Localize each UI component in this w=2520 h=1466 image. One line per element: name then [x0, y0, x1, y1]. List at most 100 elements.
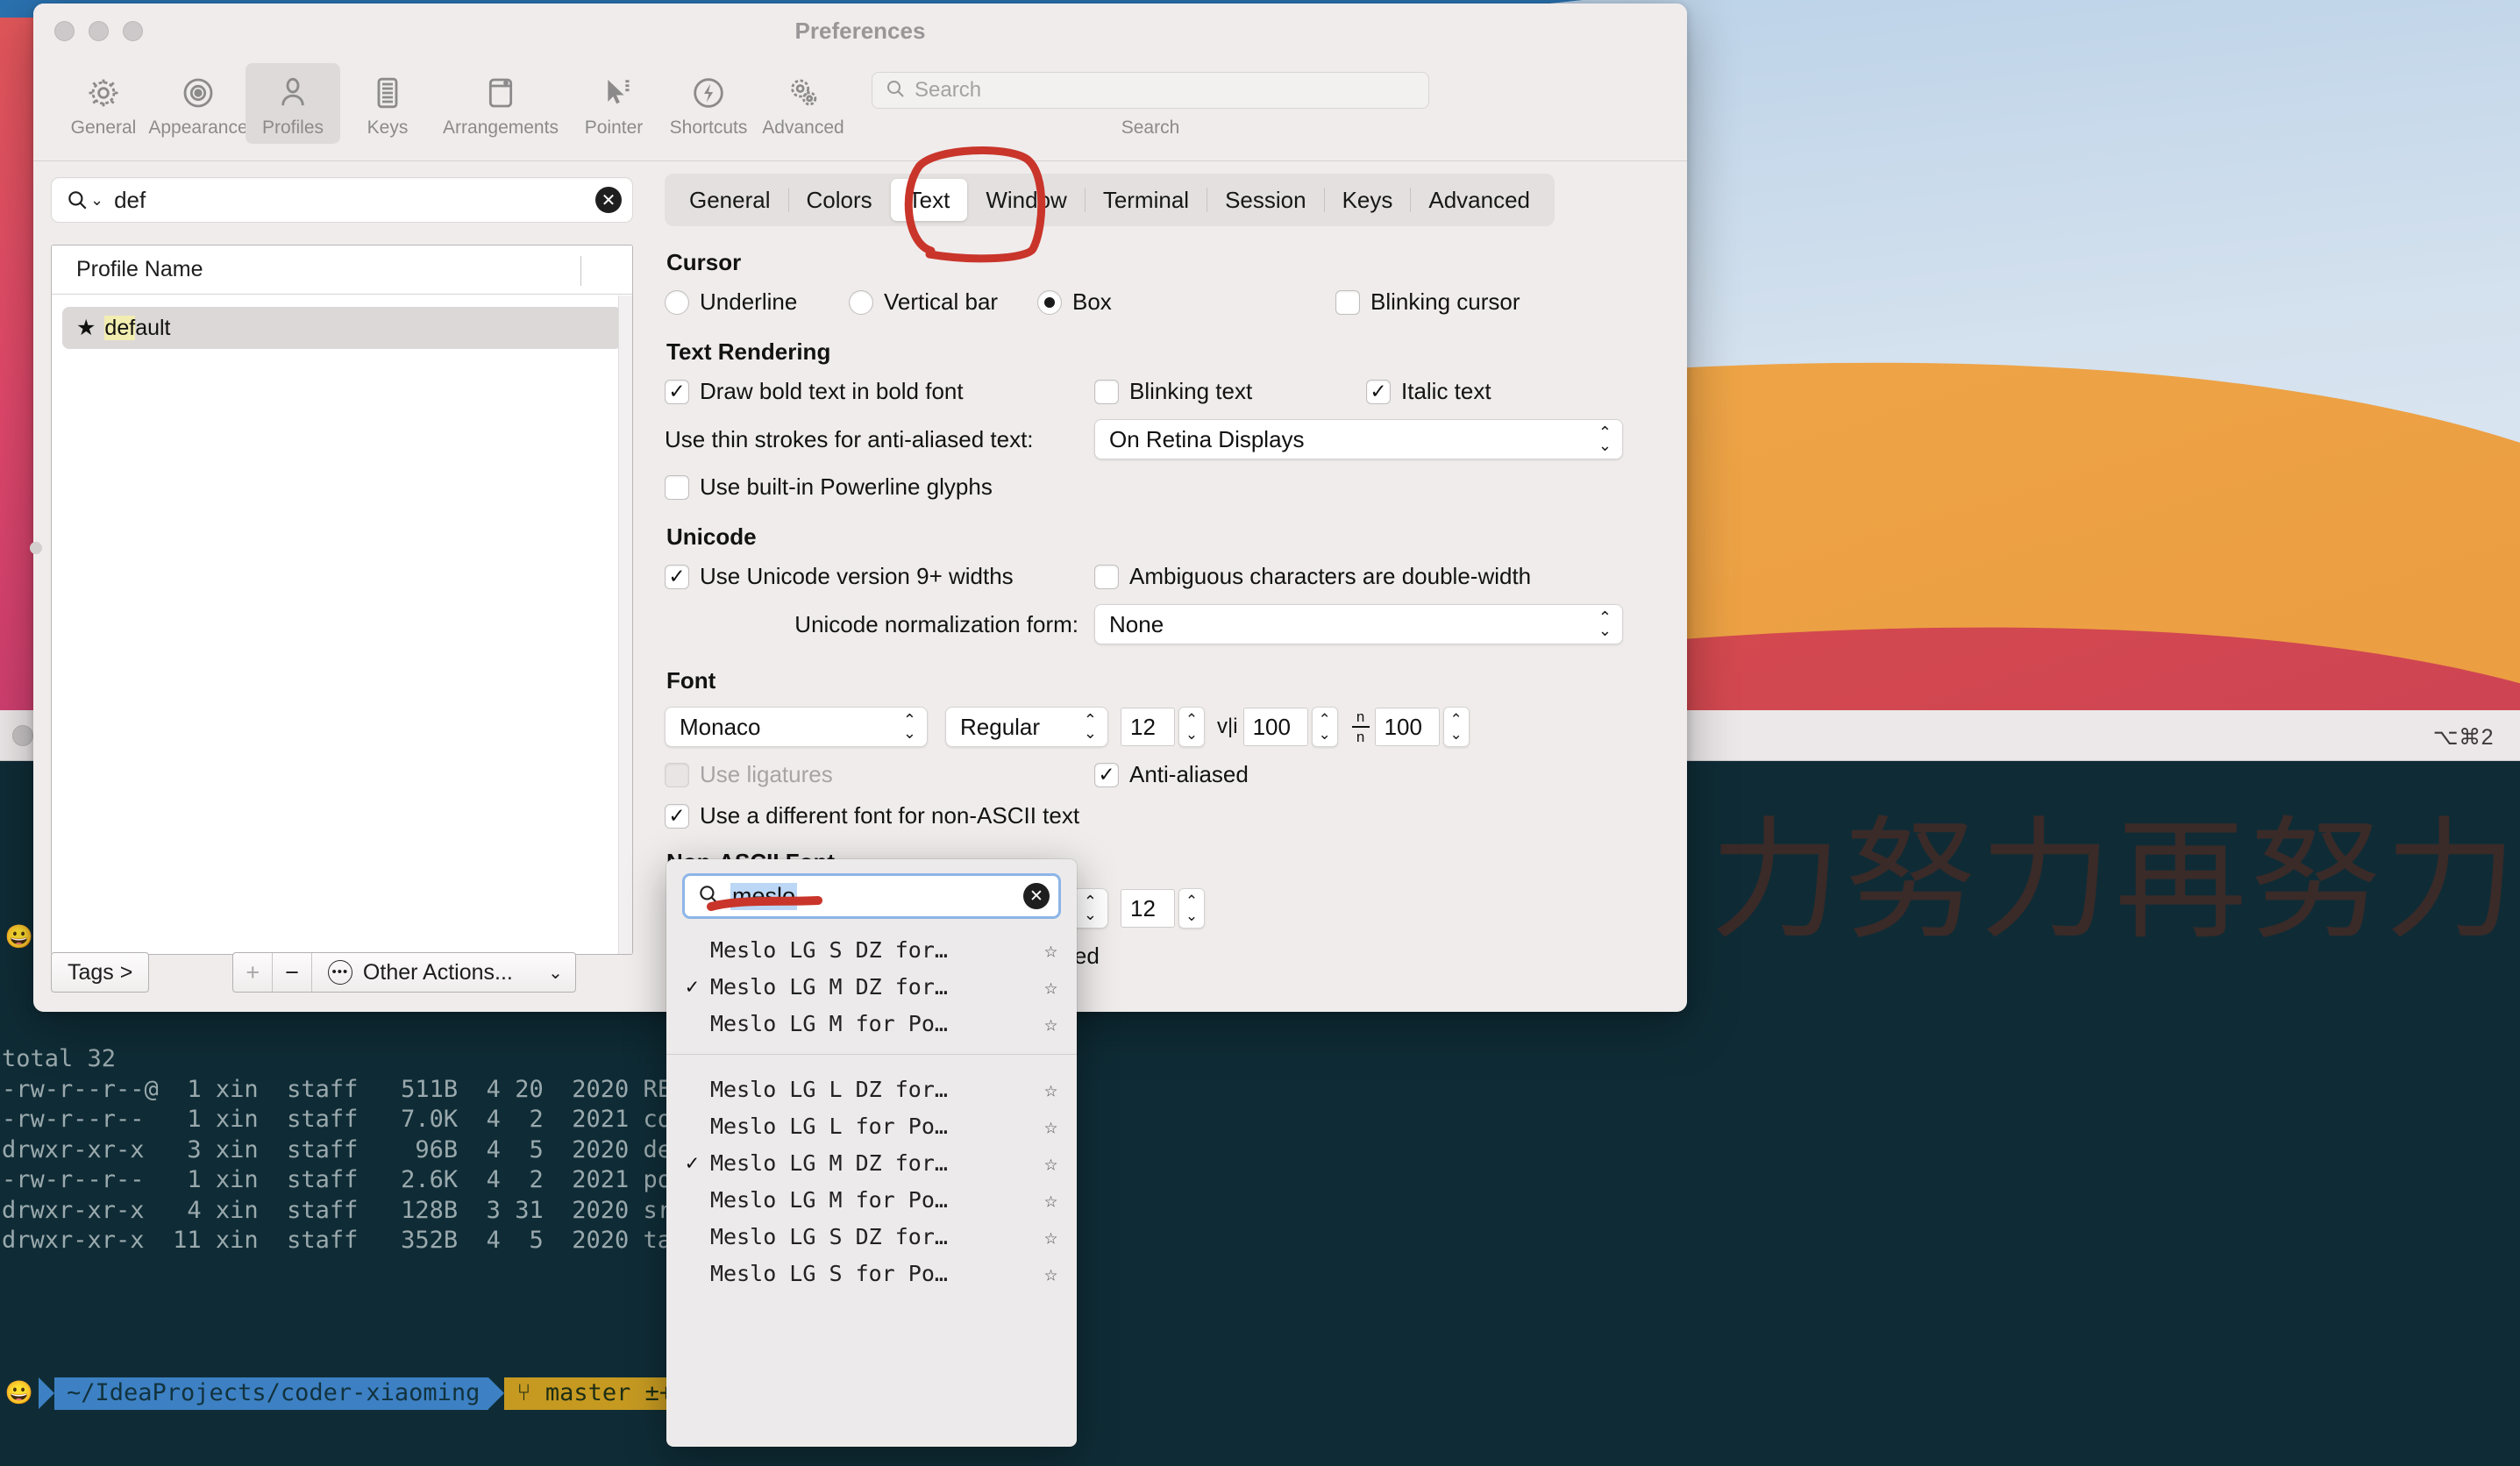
thin-strokes-select[interactable]: On Retina Displays ⌃⌄: [1094, 419, 1623, 459]
cursor-option-vertical-bar[interactable]: Vertical bar: [849, 288, 1037, 316]
nonascii-size-input[interactable]: 12: [1121, 889, 1175, 928]
star-outline-icon[interactable]: ☆: [1044, 1150, 1057, 1176]
font-picker-popup[interactable]: meslo ✕ Meslo LG S DZ for…☆✓Meslo LG M D…: [666, 859, 1077, 1447]
star-outline-icon[interactable]: ☆: [1044, 1261, 1057, 1286]
star-outline-icon[interactable]: ☆: [1044, 1224, 1057, 1249]
font-picker-all-group[interactable]: Meslo LG L DZ for…☆Meslo LG L for Po…☆✓M…: [666, 1067, 1077, 1292]
profile-actions-group[interactable]: + − ••• Other Actions... ⌄: [232, 952, 576, 993]
checkbox-icon[interactable]: [1094, 565, 1119, 589]
blinking-cursor-checkbox[interactable]: Blinking cursor: [1335, 288, 1520, 316]
normalization-select[interactable]: None ⌃⌄: [1094, 604, 1623, 644]
clear-search-icon[interactable]: ✕: [1023, 883, 1050, 909]
cursor-option-box[interactable]: Box: [1037, 288, 1335, 316]
toolbar-item-arrangements[interactable]: Arrangements: [435, 63, 566, 144]
font-list-item[interactable]: Meslo LG S DZ for…☆: [666, 931, 1077, 968]
tab-window[interactable]: Window: [968, 179, 1084, 221]
vertical-spacing-icon: nn: [1347, 709, 1375, 744]
settings-tabbar[interactable]: General Colors Text Window Terminal Sess…: [665, 174, 1555, 226]
remove-profile-button[interactable]: −: [273, 953, 312, 992]
profile-search-input[interactable]: ⌄ def ✕: [51, 177, 633, 223]
antialiased-checkbox[interactable]: ✓ Anti-aliased: [1094, 761, 1249, 788]
toolbar-search-area[interactable]: Search Search: [872, 63, 1429, 139]
font-list-item[interactable]: Meslo LG M for Po…☆: [666, 1181, 1077, 1218]
table-row[interactable]: ★ default: [62, 307, 622, 349]
star-outline-icon[interactable]: ☆: [1044, 1114, 1057, 1139]
powerline-glyphs-checkbox[interactable]: Use built-in Powerline glyphs: [665, 473, 993, 501]
person-icon: [275, 70, 310, 116]
checkbox-icon-checked[interactable]: ✓: [665, 380, 689, 404]
profiles-table-header[interactable]: Profile Name: [52, 246, 632, 295]
terminal-close-button[interactable]: [12, 725, 33, 746]
checkbox-icon-checked[interactable]: ✓: [1094, 763, 1119, 787]
cursor-option-underline[interactable]: Underline: [665, 288, 849, 316]
font-list-item[interactable]: ✓Meslo LG M DZ for…☆: [666, 1144, 1077, 1181]
vertical-spacing-input[interactable]: 100: [1375, 708, 1440, 746]
tab-advanced[interactable]: Advanced: [1411, 179, 1548, 221]
radio-icon[interactable]: [849, 290, 873, 315]
checkbox-icon[interactable]: [1094, 380, 1119, 404]
font-list-item[interactable]: Meslo LG S DZ for…☆: [666, 1218, 1077, 1255]
nonascii-size-stepper[interactable]: ⌃⌄: [1178, 888, 1205, 929]
star-outline-icon[interactable]: ☆: [1044, 974, 1057, 1000]
font-family-select[interactable]: Monaco ⌃⌄: [665, 707, 928, 747]
checkbox-icon-disabled: [665, 763, 689, 787]
profiles-scrollbar[interactable]: [618, 295, 632, 954]
tab-colors[interactable]: Colors: [789, 179, 890, 221]
checkmark-icon: ✓: [686, 1150, 710, 1175]
checkbox-icon-checked[interactable]: ✓: [665, 565, 689, 589]
section-title-cursor: Cursor: [666, 249, 1661, 276]
checkbox-icon[interactable]: [1335, 290, 1360, 315]
toolbar-item-profiles[interactable]: Profiles: [246, 63, 340, 144]
blinking-text-checkbox[interactable]: Blinking text: [1094, 378, 1366, 405]
toolbar-item-shortcuts[interactable]: Shortcuts: [661, 63, 756, 144]
preferences-titlebar[interactable]: Preferences: [33, 4, 1687, 58]
profiles-table[interactable]: Profile Name ★ default: [51, 245, 633, 955]
font-size-stepper[interactable]: ⌃⌄: [1178, 707, 1205, 747]
other-actions-label: Other Actions...: [363, 960, 513, 986]
radio-icon[interactable]: [665, 290, 689, 315]
star-outline-icon[interactable]: ☆: [1044, 937, 1057, 963]
checkbox-icon[interactable]: [665, 475, 689, 500]
tab-terminal[interactable]: Terminal: [1086, 179, 1207, 221]
horizontal-spacing-stepper[interactable]: ⌃⌄: [1312, 707, 1338, 747]
toolbar-item-general[interactable]: General: [56, 63, 151, 144]
font-style-select[interactable]: Regular ⌃⌄: [945, 707, 1108, 747]
search-input[interactable]: Search: [872, 72, 1429, 109]
checkbox-icon-checked[interactable]: ✓: [665, 804, 689, 829]
star-outline-icon[interactable]: ☆: [1044, 1011, 1057, 1036]
tags-button[interactable]: Tags >: [51, 952, 149, 993]
font-list-item[interactable]: ✓Meslo LG M DZ for…☆: [666, 968, 1077, 1005]
star-outline-icon[interactable]: ☆: [1044, 1077, 1057, 1102]
font-list-item[interactable]: Meslo LG L for Po…☆: [666, 1107, 1077, 1144]
font-search-input[interactable]: meslo ✕: [682, 873, 1061, 919]
toolbar-item-keys[interactable]: Keys: [340, 63, 435, 144]
checkbox-icon-checked[interactable]: ✓: [1366, 380, 1391, 404]
tab-keys[interactable]: Keys: [1325, 179, 1411, 221]
clear-search-icon[interactable]: ✕: [595, 187, 622, 213]
horizontal-spacing-input[interactable]: 100: [1243, 708, 1308, 746]
font-picker-recent-group[interactable]: Meslo LG S DZ for…☆✓Meslo LG M DZ for…☆M…: [666, 928, 1077, 1042]
tab-session[interactable]: Session: [1207, 179, 1324, 221]
add-profile-button[interactable]: +: [233, 953, 273, 992]
different-font-nonascii-checkbox[interactable]: ✓ Use a different font for non-ASCII tex…: [665, 802, 1079, 829]
toolbar-item-appearance[interactable]: Appearance: [151, 63, 246, 144]
preferences-toolbar[interactable]: General Appearance Profiles Keys: [33, 58, 1687, 161]
star-outline-icon[interactable]: ☆: [1044, 1187, 1057, 1213]
vertical-spacing-stepper[interactable]: ⌃⌄: [1443, 707, 1470, 747]
font-controls-row: Monaco ⌃⌄ Regular ⌃⌄ 12 ⌃⌄ v|i 100 ⌃⌄ nn…: [665, 707, 1661, 747]
font-list-item[interactable]: Meslo LG S for Po…☆: [666, 1255, 1077, 1292]
font-list-item[interactable]: Meslo LG L DZ for…☆: [666, 1071, 1077, 1107]
other-actions-button[interactable]: ••• Other Actions... ⌄: [312, 953, 575, 992]
font-list-item[interactable]: Meslo LG M for Po…☆: [666, 1005, 1077, 1042]
radio-icon-selected[interactable]: [1037, 290, 1062, 315]
font-size-input[interactable]: 12: [1121, 708, 1175, 746]
chevron-updown-icon: ⌃⌄: [903, 714, 916, 741]
italic-text-checkbox[interactable]: ✓ Italic text: [1366, 378, 1491, 405]
tab-general[interactable]: General: [672, 179, 788, 221]
ambiguous-doublewidth-checkbox[interactable]: Ambiguous characters are double-width: [1094, 563, 1531, 590]
unicode9-widths-checkbox[interactable]: ✓ Use Unicode version 9+ widths: [665, 563, 1094, 590]
toolbar-item-pointer[interactable]: Pointer: [566, 63, 661, 144]
draw-bold-checkbox[interactable]: ✓ Draw bold text in bold font: [665, 378, 1094, 405]
tab-text[interactable]: Text: [891, 179, 968, 221]
toolbar-item-advanced[interactable]: Advanced: [756, 63, 851, 144]
